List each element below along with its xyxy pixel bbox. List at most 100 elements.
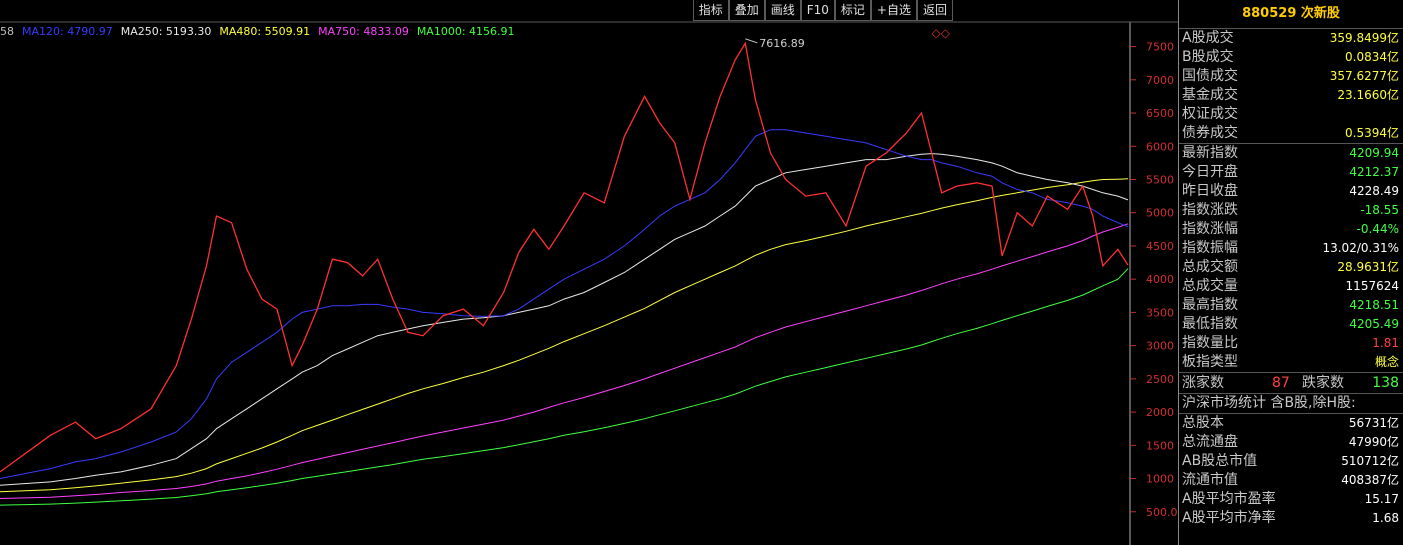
stat-label: 总股本 xyxy=(1182,415,1224,431)
stat-row: 最低指数 4205.49 xyxy=(1179,315,1403,334)
stat-row: 指数涨跌 -18.55 xyxy=(1179,201,1403,220)
toolbar-button-5[interactable]: +自选 xyxy=(870,0,917,21)
peak-marker xyxy=(745,38,758,44)
y-tick-label: 3500 xyxy=(1146,306,1174,319)
stat-row: A股成交 359.8499亿 xyxy=(1179,29,1403,48)
stat-value: -18.55 xyxy=(1360,203,1399,217)
stat-label: A股平均市净率 xyxy=(1182,510,1276,526)
stat-row: 板指类型 概念 xyxy=(1179,353,1403,372)
stat-row: 总成交额 28.9631亿 xyxy=(1179,258,1403,277)
y-tick-label: 6500 xyxy=(1146,107,1174,120)
y-tick-label: 1500 xyxy=(1146,439,1174,452)
stat-label: A股成交 xyxy=(1182,30,1234,46)
stat-label: 基金成交 xyxy=(1182,87,1238,103)
stat-value: 13.02/0.31% xyxy=(1322,241,1399,255)
stat-label: AB股总市值 xyxy=(1182,453,1258,469)
toolbar-button-0[interactable]: 指标 xyxy=(692,0,729,21)
toolbar-button-6[interactable]: 返回 xyxy=(916,0,953,21)
y-tick-label: 2000 xyxy=(1146,406,1174,419)
stat-value: 概念 xyxy=(1374,355,1399,369)
series-line-ma1000 xyxy=(0,268,1129,506)
y-tick-label: 3000 xyxy=(1146,340,1174,353)
stat-label: 债券成交 xyxy=(1182,125,1238,141)
y-tick-label: 4500 xyxy=(1146,240,1174,253)
stat-row: 国债成交 357.6277亿 xyxy=(1179,67,1403,86)
stat-label: 指数振幅 xyxy=(1182,240,1238,256)
stat-label: 指数涨跌 xyxy=(1182,202,1238,218)
index-stats: 最新指数 4209.94 今日开盘 4212.37 昨日收盘 4228.49 指数涨跌 -18… xyxy=(1179,143,1403,372)
y-tick-label: 500.0 xyxy=(1146,506,1178,519)
stat-row: AB股总市值 510712亿 xyxy=(1179,452,1403,471)
chart-canvas[interactable]: 500.0 1000 1500 2000 2500 3000 3500 4000 4500 500… xyxy=(0,0,1178,545)
ma-legend: 58 MA120: 4790.97 MA250: 5193.30 MA480: 550… xyxy=(0,25,515,38)
y-tick-label: 6000 xyxy=(1146,140,1174,153)
stat-row: B股成交 0.0834亿 xyxy=(1179,48,1403,67)
peak-label: 7616.89 xyxy=(759,37,805,50)
stat-row: 总流通盘 47990亿 xyxy=(1179,433,1403,452)
diamond-icon[interactable]: ◇◇ xyxy=(932,26,950,40)
stat-value: 1157624 xyxy=(1345,279,1399,293)
stat-value: 23.1660亿 xyxy=(1337,88,1399,102)
stat-value: 510712亿 xyxy=(1341,454,1399,468)
kline-chart[interactable]: 500.0 1000 1500 2000 2500 3000 3500 4000 4500 500… xyxy=(0,0,1178,545)
stat-row: 最新指数 4209.94 xyxy=(1179,144,1403,163)
ma-legend-item: MA480: 5509.91 xyxy=(219,25,311,38)
stat-value: -0.44% xyxy=(1356,222,1399,236)
stat-row: A股平均市盈率 15.17 xyxy=(1179,490,1403,509)
down-count-label: 跌家数 xyxy=(1302,375,1344,391)
stat-value: 47990亿 xyxy=(1348,435,1399,449)
stat-label: 板指类型 xyxy=(1182,354,1238,370)
toolbar-button-1[interactable]: 叠加 xyxy=(728,0,765,21)
stat-value: 359.8499亿 xyxy=(1329,31,1399,45)
stat-value: 408387亿 xyxy=(1341,473,1399,487)
stat-value: 1.81 xyxy=(1372,336,1399,350)
stat-label: 最新指数 xyxy=(1182,145,1238,161)
ma-legend-item: 58 xyxy=(0,25,14,38)
stat-label: B股成交 xyxy=(1182,49,1234,65)
y-tick-label: 5000 xyxy=(1146,207,1174,220)
stat-value: 1.68 xyxy=(1372,511,1399,525)
trade-stats: A股成交 359.8499亿 B股成交 0.0834亿国债成交 357.6277亿基金成… xyxy=(1179,29,1403,143)
stat-row: 今日开盘 4212.37 xyxy=(1179,163,1403,182)
y-tick-label: 7000 xyxy=(1146,74,1174,87)
y-tick-label: 2500 xyxy=(1146,373,1174,386)
stat-row: 指数振幅 13.02/0.31% xyxy=(1179,239,1403,258)
stat-value: 4205.49 xyxy=(1349,317,1399,331)
stat-value: 28.9631亿 xyxy=(1337,260,1399,274)
stat-label: A股平均市盈率 xyxy=(1182,491,1276,507)
panel-title: 880529 次新股 xyxy=(1179,0,1403,29)
stat-row: 流通市值 408387亿 xyxy=(1179,471,1403,490)
stat-label: 最低指数 xyxy=(1182,316,1238,332)
y-tick-label: 1000 xyxy=(1146,473,1174,486)
stat-label: 指数量比 xyxy=(1182,335,1238,351)
toolbar-button-4[interactable]: 标记 xyxy=(834,0,871,21)
info-panel: 880529 次新股 A股成交 359.8499亿 B股成交 0.0834亿国债成交 3… xyxy=(1178,0,1403,545)
stat-value: 4212.37 xyxy=(1349,165,1399,179)
ma-legend-item: MA750: 4833.09 xyxy=(318,25,409,38)
stat-row: 权证成交 xyxy=(1179,105,1403,124)
stat-label: 指数涨幅 xyxy=(1182,221,1238,237)
stat-value: 357.6277亿 xyxy=(1329,69,1399,83)
series-line-close xyxy=(0,41,1129,473)
stat-row: 昨日收盘 4228.49 xyxy=(1179,182,1403,201)
stat-row: 总股本 56731亿 xyxy=(1179,414,1403,433)
stat-value: 4228.49 xyxy=(1349,184,1399,198)
stat-label: 总成交额 xyxy=(1182,259,1238,275)
series-line-ma120 xyxy=(0,129,1129,479)
stat-label: 流通市值 xyxy=(1182,472,1238,488)
stat-label: 今日开盘 xyxy=(1182,164,1238,180)
y-tick-label: 4000 xyxy=(1146,273,1174,286)
stat-label: 昨日收盘 xyxy=(1182,183,1238,199)
up-down-stats: 涨家数 87 跌家数 138 xyxy=(1179,372,1403,394)
stat-label: 国债成交 xyxy=(1182,68,1238,84)
toolbar-button-3[interactable]: F10 xyxy=(800,0,835,21)
stat-value: 0.0834亿 xyxy=(1345,50,1399,64)
stat-value: 56731亿 xyxy=(1348,416,1399,430)
stat-row: 最高指数 4218.51 xyxy=(1179,296,1403,315)
ma-legend-item: MA1000: 4156.91 xyxy=(416,25,515,38)
toolbar: 指标 叠加 画线 F10 标记 +自选 返回 xyxy=(692,0,953,23)
toolbar-button-2[interactable]: 画线 xyxy=(764,0,801,21)
series-line-ma750 xyxy=(0,223,1129,499)
market-stats: 总股本 56731亿总流通盘 47990亿 AB股总市值 510712亿流通市值 4083… xyxy=(1179,413,1403,528)
y-tick-label: 5500 xyxy=(1146,173,1174,186)
